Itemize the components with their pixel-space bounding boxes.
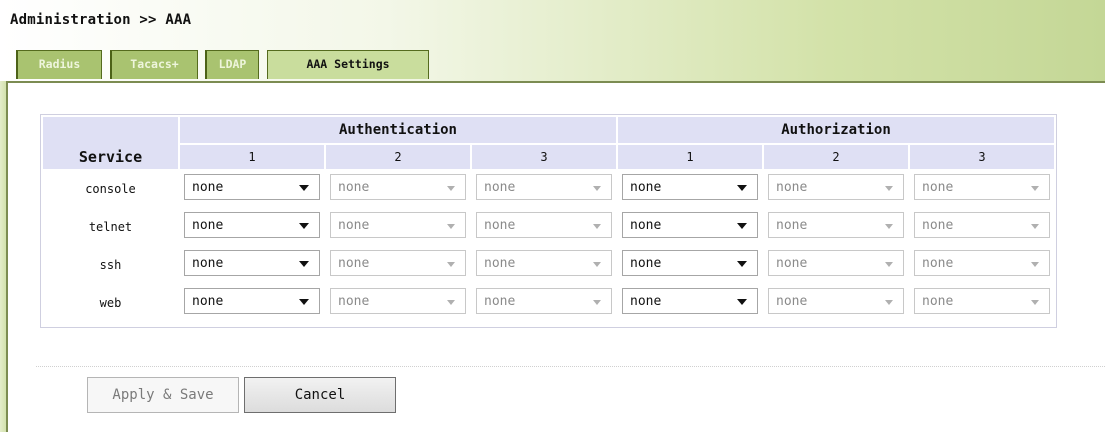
telnet-authorization-3-select[interactable]: none [914, 212, 1050, 238]
select-value: none [338, 180, 370, 195]
select-value: none [922, 180, 954, 195]
select-value: none [338, 294, 370, 309]
chevron-down-icon [885, 262, 893, 267]
select-value: none [192, 180, 224, 195]
select-value: none [338, 256, 370, 271]
tab-ldap[interactable]: LDAP [205, 50, 259, 79]
service-name-web: web [99, 296, 122, 310]
console-authentication-3-select[interactable]: none [476, 174, 612, 200]
chevron-down-icon [1031, 224, 1039, 229]
aaa-settings-table: Service Authentication Authorization 1 2… [40, 114, 1057, 328]
chevron-down-icon [885, 300, 893, 305]
ssh-authentication-1-select[interactable]: none [184, 250, 320, 276]
table-row: web none none none none none none [43, 285, 1054, 321]
chevron-down-icon [447, 262, 455, 267]
authorization-header: Authorization [618, 117, 1054, 143]
service-name-console: console [85, 182, 136, 196]
auth-method-2-header: 2 [326, 145, 470, 169]
tab-tacacs[interactable]: Tacacs+ [110, 50, 198, 79]
select-value: none [630, 256, 662, 271]
chevron-down-icon [299, 299, 309, 305]
auth-method-1-header: 1 [180, 145, 324, 169]
web-authentication-1-select[interactable]: none [184, 288, 320, 314]
select-value: none [484, 256, 516, 271]
select-value: none [630, 218, 662, 233]
console-authorization-2-select[interactable]: none [768, 174, 904, 200]
select-value: none [484, 294, 516, 309]
chevron-down-icon [885, 224, 893, 229]
service-name-telnet: telnet [88, 220, 133, 234]
chevron-down-icon [593, 224, 601, 229]
cancel-button[interactable]: Cancel [244, 377, 396, 413]
web-authentication-2-select[interactable]: none [330, 288, 466, 314]
chevron-down-icon [299, 223, 309, 229]
select-value: none [922, 294, 954, 309]
authentication-header: Authentication [180, 117, 616, 143]
table-row: console none none none none none none [43, 171, 1054, 207]
chevron-down-icon [299, 261, 309, 267]
select-value: none [192, 218, 224, 233]
ssh-authorization-2-select[interactable]: none [768, 250, 904, 276]
chevron-down-icon [447, 300, 455, 305]
select-value: none [776, 218, 808, 233]
tab-radius[interactable]: Radius [16, 50, 102, 79]
web-authorization-2-select[interactable]: none [768, 288, 904, 314]
divider [36, 366, 1105, 367]
ssh-authorization-3-select[interactable]: none [914, 250, 1050, 276]
tab-aaa-settings[interactable]: AAA Settings [267, 50, 429, 79]
select-value: none [630, 294, 662, 309]
chevron-down-icon [1031, 186, 1039, 191]
telnet-authentication-2-select[interactable]: none [330, 212, 466, 238]
authz-method-2-header: 2 [764, 145, 908, 169]
telnet-authentication-3-select[interactable]: none [476, 212, 612, 238]
chevron-down-icon [737, 299, 747, 305]
chevron-down-icon [1031, 300, 1039, 305]
service-name-ssh: ssh [99, 258, 122, 272]
select-value: none [922, 218, 954, 233]
ssh-authorization-1-select[interactable]: none [622, 250, 758, 276]
telnet-authorization-1-select[interactable]: none [622, 212, 758, 238]
select-value: none [630, 180, 662, 195]
console-authentication-1-select[interactable]: none [184, 174, 320, 200]
select-value: none [484, 218, 516, 233]
chevron-down-icon [1031, 262, 1039, 267]
select-value: none [776, 180, 808, 195]
console-authentication-2-select[interactable]: none [330, 174, 466, 200]
authz-method-1-header: 1 [618, 145, 762, 169]
web-authorization-3-select[interactable]: none [914, 288, 1050, 314]
web-authorization-1-select[interactable]: none [622, 288, 758, 314]
chevron-down-icon [299, 185, 309, 191]
header-bar: Administration >> AAA Radius Tacacs+ LDA… [0, 0, 1105, 88]
ssh-authentication-2-select[interactable]: none [330, 250, 466, 276]
select-value: none [192, 294, 224, 309]
web-authentication-3-select[interactable]: none [476, 288, 612, 314]
chevron-down-icon [593, 300, 601, 305]
chevron-down-icon [447, 224, 455, 229]
table-row: ssh none none none none none none [43, 247, 1054, 283]
telnet-authorization-2-select[interactable]: none [768, 212, 904, 238]
service-column-header: Service [43, 117, 178, 169]
chevron-down-icon [593, 186, 601, 191]
chevron-down-icon [737, 261, 747, 267]
ssh-authentication-3-select[interactable]: none [476, 250, 612, 276]
select-value: none [776, 256, 808, 271]
chevron-down-icon [737, 185, 747, 191]
chevron-down-icon [593, 262, 601, 267]
breadcrumb: Administration >> AAA [10, 12, 192, 28]
chevron-down-icon [447, 186, 455, 191]
select-value: none [922, 256, 954, 271]
table-row: telnet none none none none none none [43, 209, 1054, 245]
select-value: none [338, 218, 370, 233]
apply-save-button[interactable]: Apply & Save [87, 377, 239, 413]
select-value: none [192, 256, 224, 271]
console-authorization-1-select[interactable]: none [622, 174, 758, 200]
select-value: none [776, 294, 808, 309]
console-authorization-3-select[interactable]: none [914, 174, 1050, 200]
telnet-authentication-1-select[interactable]: none [184, 212, 320, 238]
chevron-down-icon [737, 223, 747, 229]
auth-method-3-header: 3 [472, 145, 616, 169]
select-value: none [484, 180, 516, 195]
chevron-down-icon [885, 186, 893, 191]
authz-method-3-header: 3 [910, 145, 1054, 169]
